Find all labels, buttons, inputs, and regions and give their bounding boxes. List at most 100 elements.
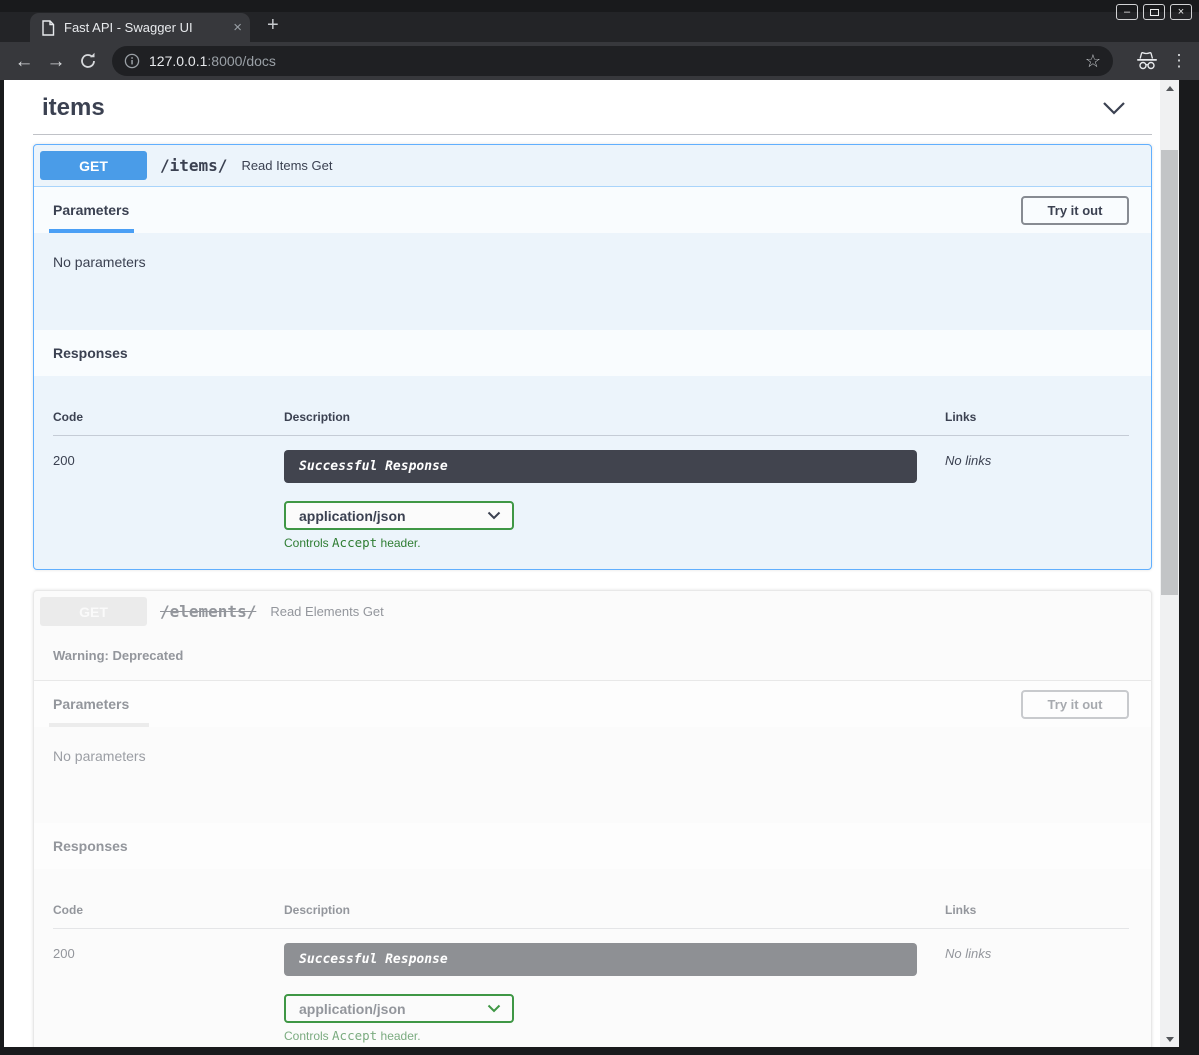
scrollbar-thumb[interactable] bbox=[1161, 150, 1178, 595]
links-column-header: Links bbox=[945, 410, 1129, 424]
description-column-header: Description bbox=[284, 410, 945, 424]
operation-path: /elements/ bbox=[160, 602, 256, 621]
tag-divider bbox=[33, 134, 1152, 135]
accept-header-hint: Controls Accept header. bbox=[284, 535, 945, 550]
no-parameters-text: No parameters bbox=[53, 254, 146, 270]
operation-summary-text: Read Items Get bbox=[241, 158, 332, 173]
browser-toolbar: ← → 127.0.0.1:8000/docs ☆ ⋮ bbox=[0, 42, 1199, 80]
http-method-badge: GET bbox=[40, 151, 147, 180]
maximize-button[interactable] bbox=[1143, 4, 1165, 20]
responses-title: Responses bbox=[53, 345, 128, 361]
response-row: 200 Successful Response application/json bbox=[53, 943, 1129, 1043]
parameters-tab[interactable]: Parameters bbox=[53, 202, 129, 218]
hint-after: header. bbox=[377, 536, 420, 550]
content-area: items GET /items/ Read Items Get Paramet… bbox=[0, 80, 1199, 1047]
content-type-select[interactable]: application/json bbox=[284, 994, 514, 1023]
swagger-page: items GET /items/ Read Items Get Paramet… bbox=[4, 80, 1160, 1047]
close-button[interactable]: × bbox=[1170, 4, 1192, 20]
responses-table-head: Code Description Links bbox=[53, 410, 1129, 424]
response-description-text: Successful Response bbox=[299, 459, 448, 474]
hint-accept: Accept bbox=[332, 1028, 377, 1043]
response-description-bar: Successful Response bbox=[284, 450, 917, 483]
tag-header[interactable]: items bbox=[4, 80, 1160, 122]
scroll-down-arrow-icon[interactable] bbox=[1160, 1032, 1179, 1046]
minimize-button[interactable]: – bbox=[1116, 4, 1138, 20]
links-cell: No links bbox=[945, 943, 1129, 1043]
close-icon: × bbox=[1178, 7, 1184, 18]
tag-title: items bbox=[42, 94, 105, 122]
response-row: 200 Successful Response application/json bbox=[53, 450, 1129, 550]
scroll-up-arrow-icon[interactable] bbox=[1160, 81, 1179, 95]
browser-menu-icon[interactable]: ⋮ bbox=[1169, 51, 1189, 71]
no-parameters-text: No parameters bbox=[53, 748, 146, 764]
hint-accept: Accept bbox=[332, 535, 377, 550]
hint-before: Controls bbox=[284, 1029, 332, 1043]
maximize-icon bbox=[1150, 9, 1159, 16]
url-text: 127.0.0.1:8000/docs bbox=[149, 53, 276, 69]
content-type-value: application/json bbox=[299, 1001, 406, 1017]
vertical-scrollbar[interactable] bbox=[1160, 80, 1179, 1047]
accept-header-hint: Controls Accept header. bbox=[284, 1028, 945, 1043]
status-code: 200 bbox=[53, 450, 284, 550]
opblock-get-items: GET /items/ Read Items Get Parameters Tr… bbox=[33, 144, 1152, 570]
reload-icon[interactable] bbox=[78, 51, 98, 71]
code-column-header: Code bbox=[53, 903, 284, 917]
parameters-body: No parameters bbox=[34, 727, 1151, 823]
responses-body: Code Description Links 200 Successful Re… bbox=[34, 376, 1151, 569]
incognito-icon bbox=[1135, 51, 1159, 71]
minimize-icon: – bbox=[1124, 7, 1130, 18]
select-chevron-down-icon bbox=[487, 511, 501, 520]
description-column-header: Description bbox=[284, 903, 945, 917]
responses-title: Responses bbox=[53, 838, 128, 854]
opblock-get-elements-deprecated: GET /elements/ Read Elements Get Warning… bbox=[33, 590, 1152, 1047]
operation-summary[interactable]: GET /items/ Read Items Get bbox=[34, 145, 1151, 187]
hint-after: header. bbox=[377, 1029, 420, 1043]
browser-tab[interactable]: Fast API - Swagger UI × bbox=[30, 13, 250, 42]
links-column-header: Links bbox=[945, 903, 1129, 917]
operation-summary[interactable]: GET /elements/ Read Elements Get bbox=[34, 591, 1151, 632]
url-host: 127.0.0.1 bbox=[149, 53, 207, 69]
try-it-out-button[interactable]: Try it out bbox=[1021, 196, 1129, 225]
tab-close-icon[interactable]: × bbox=[233, 19, 242, 36]
parameters-body: No parameters bbox=[34, 233, 1151, 330]
tab-bar: Fast API - Swagger UI × + bbox=[0, 12, 1199, 42]
responses-body: Code Description Links 200 Successful Re… bbox=[34, 869, 1151, 1047]
chevron-down-icon[interactable] bbox=[1102, 101, 1126, 115]
window-titlebar bbox=[0, 0, 1199, 12]
site-info-icon[interactable] bbox=[124, 53, 140, 69]
responses-header: Responses bbox=[34, 823, 1151, 869]
forward-icon[interactable]: → bbox=[43, 52, 69, 71]
http-method-badge: GET bbox=[40, 597, 147, 626]
operation-summary-text: Read Elements Get bbox=[270, 604, 383, 619]
back-icon[interactable]: ← bbox=[11, 52, 37, 71]
content-type-value: application/json bbox=[299, 508, 406, 524]
deprecated-warning: Warning: Deprecated bbox=[34, 632, 1151, 680]
new-tab-button[interactable]: + bbox=[267, 14, 279, 37]
parameters-header: Parameters Try it out bbox=[34, 681, 1151, 727]
hint-before: Controls bbox=[284, 536, 332, 550]
response-description-bar: Successful Response bbox=[284, 943, 917, 976]
response-description-text: Successful Response bbox=[299, 952, 448, 967]
table-head-divider bbox=[53, 928, 1129, 929]
url-bar[interactable]: 127.0.0.1:8000/docs ☆ bbox=[112, 46, 1113, 76]
links-cell: No links bbox=[945, 450, 1129, 550]
response-description-cell: Successful Response application/json Con… bbox=[284, 943, 945, 1043]
active-tab-underline bbox=[49, 723, 149, 727]
parameters-tab[interactable]: Parameters bbox=[53, 696, 129, 712]
responses-table-head: Code Description Links bbox=[53, 903, 1129, 917]
page-favicon-icon bbox=[41, 20, 55, 36]
active-tab-underline bbox=[49, 229, 134, 233]
parameters-header: Parameters Try it out bbox=[34, 187, 1151, 233]
operation-path: /items/ bbox=[160, 156, 227, 175]
bookmark-star-icon[interactable]: ☆ bbox=[1085, 52, 1101, 70]
browser-window: – × Fast API - Swagger UI × + ← → bbox=[0, 0, 1199, 1055]
try-it-out-button[interactable]: Try it out bbox=[1021, 690, 1129, 719]
tab-title: Fast API - Swagger UI bbox=[64, 20, 227, 35]
status-code: 200 bbox=[53, 943, 284, 1043]
window-controls: – × bbox=[1116, 4, 1192, 20]
table-head-divider bbox=[53, 435, 1129, 436]
response-description-cell: Successful Response application/json Con… bbox=[284, 450, 945, 550]
url-path: :8000/docs bbox=[207, 53, 276, 69]
content-type-select[interactable]: application/json bbox=[284, 501, 514, 530]
deprecated-summary-wrap: GET /elements/ Read Elements Get Warning… bbox=[34, 591, 1151, 681]
